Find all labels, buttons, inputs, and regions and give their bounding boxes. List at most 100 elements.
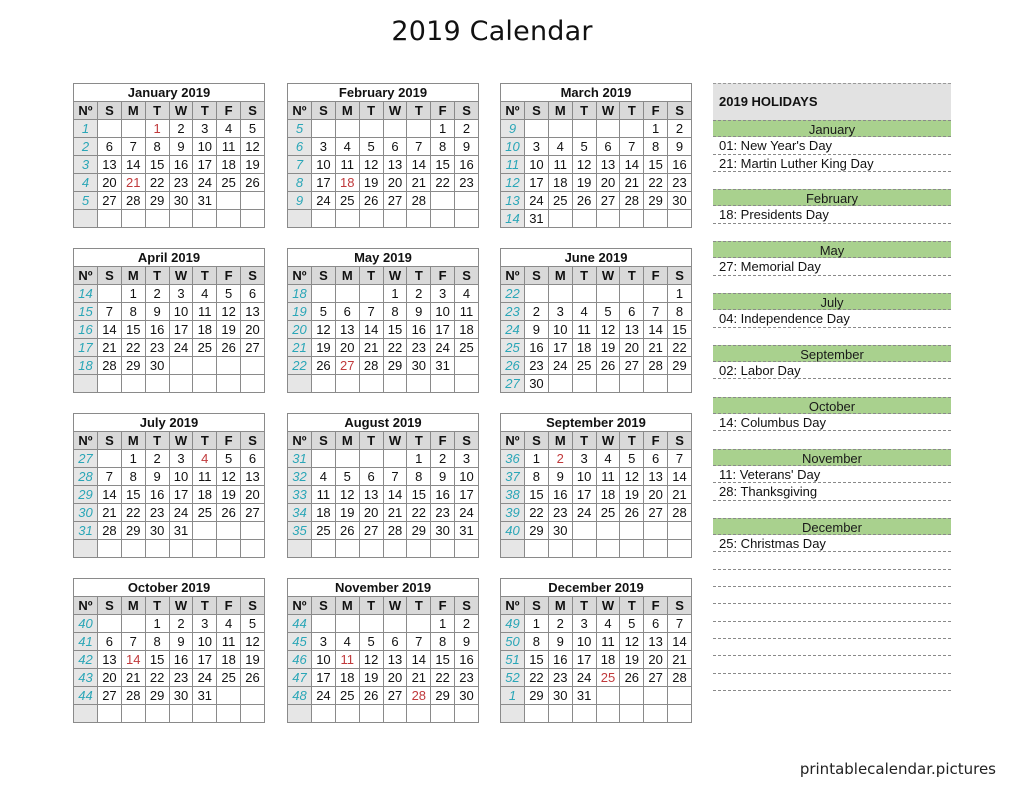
week-number: 22 [287, 356, 312, 375]
weekday-header: T [144, 101, 170, 120]
week-number-header: Nº [287, 596, 312, 615]
day-cell: 10 [547, 320, 573, 339]
day-cell: 2 [430, 449, 456, 468]
day-cell: 28 [382, 521, 408, 540]
day-cell: 28 [120, 191, 146, 210]
weekday-header: M [334, 596, 360, 615]
day-cell: 14 [382, 485, 408, 504]
month-title: October 2019 [73, 578, 265, 597]
week-row: 30 21 22 23 24 25 26 27 [73, 503, 265, 522]
weekday-header: S [454, 596, 479, 615]
week-number: 21 [287, 338, 312, 357]
empty-day-cell [547, 704, 573, 723]
day-cell: 19 [358, 173, 384, 192]
week-number: 41 [73, 632, 98, 651]
weekday-header: W [382, 596, 408, 615]
holiday-month-band: December [713, 517, 951, 536]
week-number: 52 [500, 668, 525, 687]
week-row: 3 13 14 15 16 17 18 19 [73, 155, 265, 174]
empty-day-cell [595, 374, 621, 393]
day-cell: 24 [311, 191, 336, 210]
empty-day-cell [120, 704, 146, 723]
empty-day-cell [334, 284, 360, 303]
day-cell: 28 [358, 356, 384, 375]
day-cell: 5 [358, 632, 384, 651]
holiday-blank-line [713, 587, 951, 605]
weekday-header: T [406, 101, 432, 120]
day-cell: 27 [240, 338, 265, 357]
empty-day-cell [643, 374, 669, 393]
week-row [287, 539, 479, 558]
empty-day-cell [334, 209, 360, 228]
week-row [287, 209, 479, 228]
day-cell: 12 [216, 467, 242, 486]
day-cell: 21 [358, 338, 384, 357]
day-cell: 23 [524, 356, 549, 375]
empty-day-cell [358, 119, 384, 138]
week-row: 24 9 10 11 12 13 14 15 [500, 320, 692, 339]
holiday-month-band: November [713, 448, 951, 466]
day-cell: 26 [334, 521, 360, 540]
day-cell: 13 [619, 320, 645, 339]
day-cell: 10 [430, 302, 456, 321]
holiday-month-band: May [713, 241, 951, 259]
week-row: 15 7 8 9 10 11 12 13 [73, 302, 265, 321]
week-number: 31 [287, 449, 312, 468]
day-cell: 19 [240, 155, 265, 174]
week-row: 31 1 2 3 [287, 449, 479, 468]
day-cell: 21 [120, 173, 146, 192]
day-cell: 14 [358, 320, 384, 339]
day-cell: 22 [643, 173, 669, 192]
day-cell: 9 [406, 302, 432, 321]
day-cell: 8 [430, 632, 456, 651]
day-cell: 17 [430, 320, 456, 339]
empty-day-cell [311, 284, 336, 303]
day-cell: 14 [667, 632, 692, 651]
weekday-header: T [619, 596, 645, 615]
day-cell: 27 [97, 686, 122, 705]
day-cell: 4 [454, 284, 479, 303]
day-cell: 18 [216, 650, 242, 669]
day-cell: 23 [454, 668, 479, 687]
day-cell: 24 [571, 668, 597, 687]
day-cell: 26 [571, 191, 597, 210]
empty-day-cell [334, 539, 360, 558]
day-cell: 20 [643, 485, 669, 504]
day-cell: 22 [430, 668, 456, 687]
day-cell: 6 [619, 302, 645, 321]
empty-day-cell [454, 539, 479, 558]
empty-day-cell [571, 521, 597, 540]
day-cell: 13 [240, 302, 265, 321]
holiday-blank-line [713, 639, 951, 657]
week-row: 40 1 2 3 4 5 [73, 614, 265, 633]
empty-day-cell [168, 209, 194, 228]
week-row: 13 24 25 26 27 28 29 30 [500, 191, 692, 210]
week-number [73, 374, 98, 393]
day-cell: 15 [144, 155, 170, 174]
week-number: 19 [287, 302, 312, 321]
day-cell: 19 [334, 503, 360, 522]
empty-day-cell [97, 209, 122, 228]
day-cell: 31 [571, 686, 597, 705]
day-cell: 30 [430, 521, 456, 540]
empty-day-cell [595, 119, 621, 138]
empty-day-cell [406, 209, 432, 228]
week-row: 29 14 15 16 17 18 19 20 [73, 485, 265, 504]
day-cell: 3 [547, 302, 573, 321]
empty-day-cell [619, 284, 645, 303]
holiday-spacer [713, 328, 951, 345]
day-cell: 18 [216, 155, 242, 174]
weekday-header: T [406, 266, 432, 285]
holiday-item: 04: Independence Day [713, 310, 951, 328]
day-cell: 8 [643, 137, 669, 156]
day-cell: 25 [595, 668, 621, 687]
holiday-item: 21: Martin Luther King Day [713, 155, 951, 172]
empty-day-cell [311, 119, 336, 138]
weekday-header: S [667, 266, 692, 285]
day-cell: 8 [382, 302, 408, 321]
day-cell: 13 [643, 632, 669, 651]
day-cell: 30 [144, 521, 170, 540]
day-cell: 4 [571, 302, 597, 321]
day-cell: 4 [216, 614, 242, 633]
day-cell: 26 [216, 503, 242, 522]
